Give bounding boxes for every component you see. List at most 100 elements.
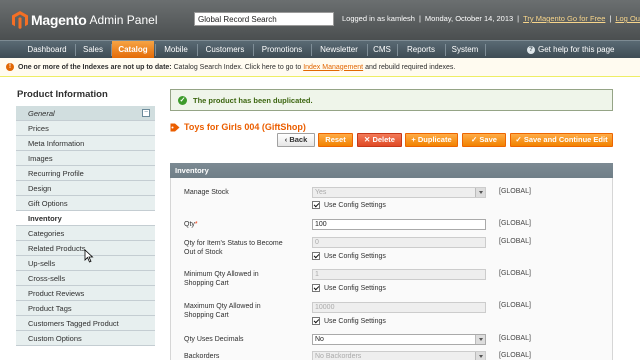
min-qty-input[interactable] xyxy=(312,269,486,280)
help-link[interactable]: ? Get help for this page xyxy=(527,41,615,59)
nav-item-reports[interactable]: Reports xyxy=(398,41,444,59)
global-record-search-input[interactable] xyxy=(194,12,334,26)
product-tag-icon xyxy=(170,123,180,131)
duplicate-button[interactable]: + Duplicate xyxy=(405,133,458,147)
scope-global-label: [GLOBAL] xyxy=(499,335,531,342)
use-config-out-of-stock[interactable]: Use Config Settings xyxy=(312,252,386,260)
nav-item-newsletter[interactable]: Newsletter xyxy=(312,41,366,59)
index-management-link[interactable]: Index Management xyxy=(303,64,363,71)
back-button-label: Back xyxy=(289,135,308,144)
nav-item-promotions[interactable]: Promotions xyxy=(254,41,310,59)
nav-item-customers[interactable]: Customers xyxy=(198,41,252,59)
out-of-stock-qty-label: Qty for Item's Status to Become Out of St… xyxy=(184,239,294,257)
main-navigation: Dashboard Sales Catalog Mobile Customers… xyxy=(0,40,640,59)
scope-global-label: [GLOBAL] xyxy=(499,270,531,277)
checkbox-checked-icon[interactable] xyxy=(312,317,320,325)
duplicate-button-label: Duplicate xyxy=(417,135,452,144)
sidebar-item-label: General xyxy=(28,109,55,118)
nav-item-catalog[interactable]: Catalog xyxy=(112,41,154,59)
help-label: Get help for this page xyxy=(538,45,615,54)
sidebar-item-product-reviews[interactable]: Product Reviews xyxy=(16,286,155,301)
manage-stock-select[interactable]: Yes xyxy=(312,187,486,198)
brand-name: Magento xyxy=(31,12,87,28)
logged-in-text: Logged in as kamlesh xyxy=(342,14,415,23)
duplicate-icon: + xyxy=(411,135,416,144)
delete-button[interactable]: ✕ Delete xyxy=(357,133,402,147)
sidebar-item-images[interactable]: Images xyxy=(16,151,155,166)
header-separator: | xyxy=(609,14,612,23)
use-config-max-qty[interactable]: Use Config Settings xyxy=(312,317,386,325)
save-button-label: Save xyxy=(479,135,497,144)
backorders-select[interactable]: No Backorders xyxy=(312,351,486,360)
save-and-continue-label: Save and Continue Edit xyxy=(523,135,608,144)
nav-item-cms[interactable]: CMS xyxy=(368,41,396,59)
nav-item-dashboard[interactable]: Dashboard xyxy=(20,41,74,59)
header-links: Logged in as kamlesh | Monday, October 14,… xyxy=(342,14,640,23)
checkbox-checked-icon[interactable] xyxy=(312,284,320,292)
sidebar-item-recurring-profile[interactable]: Recurring Profile xyxy=(16,166,155,181)
product-title-text: Toys for Girls 004 (GiftShop) xyxy=(184,122,306,132)
delete-icon: ✕ xyxy=(364,135,371,144)
qty-uses-decimals-select[interactable]: No xyxy=(312,334,486,345)
qty-label: Qty* xyxy=(184,220,294,229)
out-of-stock-label-line1: Qty for Item's Status to Become xyxy=(184,240,283,247)
qty-uses-decimals-label: Qty Uses Decimals xyxy=(184,336,244,343)
sidebar-item-gift-options[interactable]: Gift Options xyxy=(16,196,155,211)
backorders-value: No Backorders xyxy=(315,353,362,360)
max-qty-label-line2: Shopping Cart xyxy=(184,312,229,319)
sidebar-item-cross-sells[interactable]: Cross-sells xyxy=(16,271,155,286)
save-button[interactable]: ✓ Save xyxy=(462,133,506,147)
min-qty-label: Minimum Qty Allowed in Shopping Cart xyxy=(184,270,294,288)
mouse-pointer-icon xyxy=(84,249,94,263)
sidebar-item-product-tags[interactable]: Product Tags xyxy=(16,301,155,316)
out-of-stock-label-line2: Out of Stock xyxy=(184,249,223,256)
success-text: The product has been duplicated. xyxy=(193,95,313,105)
help-icon: ? xyxy=(527,46,535,54)
nav-item-mobile[interactable]: Mobile xyxy=(156,41,196,59)
scope-global-label: [GLOBAL] xyxy=(499,188,531,195)
success-check-icon: ✓ xyxy=(178,95,187,105)
use-config-manage-stock[interactable]: Use Config Settings xyxy=(312,201,386,209)
qty-input[interactable] xyxy=(312,219,486,230)
checkbox-checked-icon[interactable] xyxy=(312,252,320,260)
current-date: Monday, October 14, 2013 xyxy=(424,14,514,23)
reset-button[interactable]: Reset xyxy=(318,133,353,147)
header-separator: | xyxy=(517,14,520,23)
sidebar-item-inventory[interactable]: Inventory xyxy=(16,211,155,226)
header-separator: | xyxy=(418,14,421,23)
max-qty-input[interactable] xyxy=(312,302,486,313)
magento-logo[interactable]: Magento Admin Panel xyxy=(12,10,158,30)
scope-global-label: [GLOBAL] xyxy=(499,220,531,227)
use-config-label: Use Config Settings xyxy=(324,252,386,260)
scope-global-label: [GLOBAL] xyxy=(499,352,531,359)
sidebar-item-custom-options[interactable]: Custom Options xyxy=(16,331,155,346)
save-icon: ✓ xyxy=(471,135,478,144)
collapse-icon[interactable]: − xyxy=(142,109,150,117)
sidebar-item-categories[interactable]: Categories xyxy=(16,226,155,241)
sidebar-group-general[interactable]: General − xyxy=(16,106,155,121)
warning-icon: ! xyxy=(6,63,14,71)
sidebar-item-meta-information[interactable]: Meta Information xyxy=(16,136,155,151)
back-button[interactable]: ‹ Back xyxy=(277,133,315,147)
save-and-continue-button[interactable]: ✓ Save and Continue Edit xyxy=(510,133,613,147)
product-title: Toys for Girls 004 (GiftShop) xyxy=(170,122,306,132)
back-arrow-icon: ‹ xyxy=(284,135,288,144)
nav-item-system[interactable]: System xyxy=(446,41,484,59)
sidebar-item-prices[interactable]: Prices xyxy=(16,121,155,136)
try-magento-go-link[interactable]: Try Magento Go for Free xyxy=(523,14,605,23)
use-config-min-qty[interactable]: Use Config Settings xyxy=(312,284,386,292)
admin-header: Magento Admin Panel Logged in as kamlesh… xyxy=(0,0,640,40)
magento-admin-page: Magento Admin Panel Logged in as kamlesh… xyxy=(0,0,640,360)
nav-item-sales[interactable]: Sales xyxy=(76,41,110,59)
checkbox-checked-icon[interactable] xyxy=(312,201,320,209)
max-qty-label: Maximum Qty Allowed in Shopping Cart xyxy=(184,302,294,320)
qty-label-text: Qty xyxy=(184,221,195,228)
product-info-tabs: General − Prices Meta Information Images … xyxy=(16,106,155,346)
logout-link[interactable]: Log Out xyxy=(615,14,640,23)
delete-button-label: Delete xyxy=(372,135,395,144)
use-config-label: Use Config Settings xyxy=(324,201,386,209)
sidebar-item-design[interactable]: Design xyxy=(16,181,155,196)
sidebar-item-customers-tagged-product[interactable]: Customers Tagged Product xyxy=(16,316,155,331)
scope-global-label: [GLOBAL] xyxy=(499,302,531,309)
out-of-stock-qty-input[interactable] xyxy=(312,237,486,248)
